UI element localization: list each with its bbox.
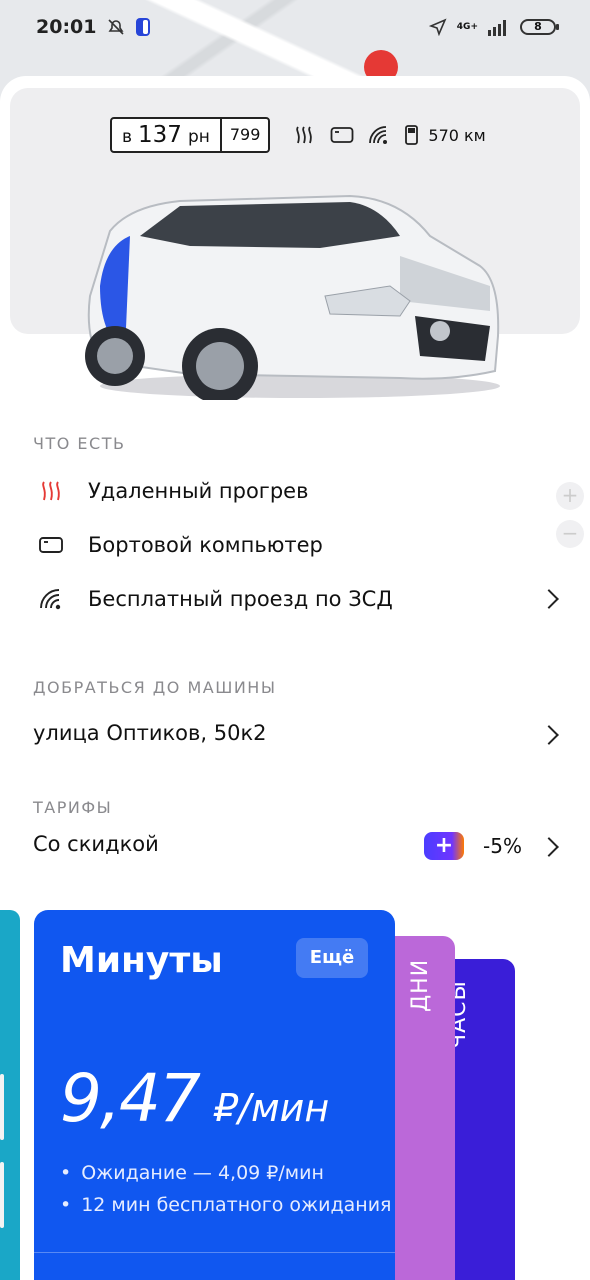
features-title: ЧТО ЕСТЬ <box>33 434 126 453</box>
zoom-in-button[interactable]: + <box>556 482 584 510</box>
tariff-card-minutes[interactable]: Минуты Ещё 9,47 ₽/мин Ожидание — 4,09 ₽/… <box>34 910 395 1280</box>
car-address[interactable]: улица Оптиков, 50к2 <box>33 721 267 745</box>
chevron-right-icon[interactable] <box>539 837 559 857</box>
tariffs-title: ТАРИФЫ <box>33 798 113 817</box>
discount-value: -5% <box>483 834 522 858</box>
chevron-right-icon[interactable] <box>539 589 559 609</box>
status-bar: 20:01 4G+ 8 <box>0 0 590 54</box>
feature-item-label: Удаленный прогрев <box>88 479 309 503</box>
app-notification-icon <box>136 18 151 36</box>
signal-icon <box>488 20 506 36</box>
zoom-out-button[interactable]: − <box>556 520 584 548</box>
tariff-price: 9,47 <box>60 1060 201 1137</box>
feature-item-computer: Бортовой компьютер <box>36 530 323 560</box>
tariff-card-days-title: ДНИ <box>408 958 433 1012</box>
mute-icon <box>108 19 125 35</box>
tariff-bullet: Ожидание — 4,09 ₽/мин <box>60 1162 324 1184</box>
plus-badge: + <box>424 832 464 860</box>
feature-item-heating: Удаленный прогрев <box>36 476 308 506</box>
feature-item-label: Бесплатный проезд по ЗСД <box>88 587 393 611</box>
card-divider <box>34 1252 395 1253</box>
display-icon <box>39 537 63 553</box>
tariff-discount-label[interactable]: Со скидкой <box>33 832 159 856</box>
status-time: 20:01 <box>36 16 97 38</box>
toll-icon <box>40 589 61 610</box>
tariff-price-unit: ₽/мин <box>214 1086 330 1130</box>
reach-title: ДОБРАТЬСЯ ДО МАШИНЫ <box>33 678 277 697</box>
feature-item-toll-road[interactable]: Бесплатный проезд по ЗСД <box>36 584 393 614</box>
network-label: 4G+ <box>456 22 478 32</box>
tariff-card-previous[interactable] <box>0 910 20 1280</box>
tariff-card-title: Минуты <box>60 940 223 981</box>
tariff-bullet: 12 мин бесплатного ожидания <box>60 1194 391 1216</box>
chevron-right-icon[interactable] <box>539 725 559 745</box>
car-details-sheet: в 137 рн 799 570 км ЧТО ЕСТЬ Удаленный п… <box>0 76 590 1280</box>
battery-icon: 8 <box>520 19 559 35</box>
location-icon <box>428 18 447 36</box>
heater-icon <box>42 481 60 501</box>
more-button[interactable]: Ещё <box>296 938 368 978</box>
car-image <box>85 194 500 400</box>
feature-item-label: Бортовой компьютер <box>88 533 323 557</box>
